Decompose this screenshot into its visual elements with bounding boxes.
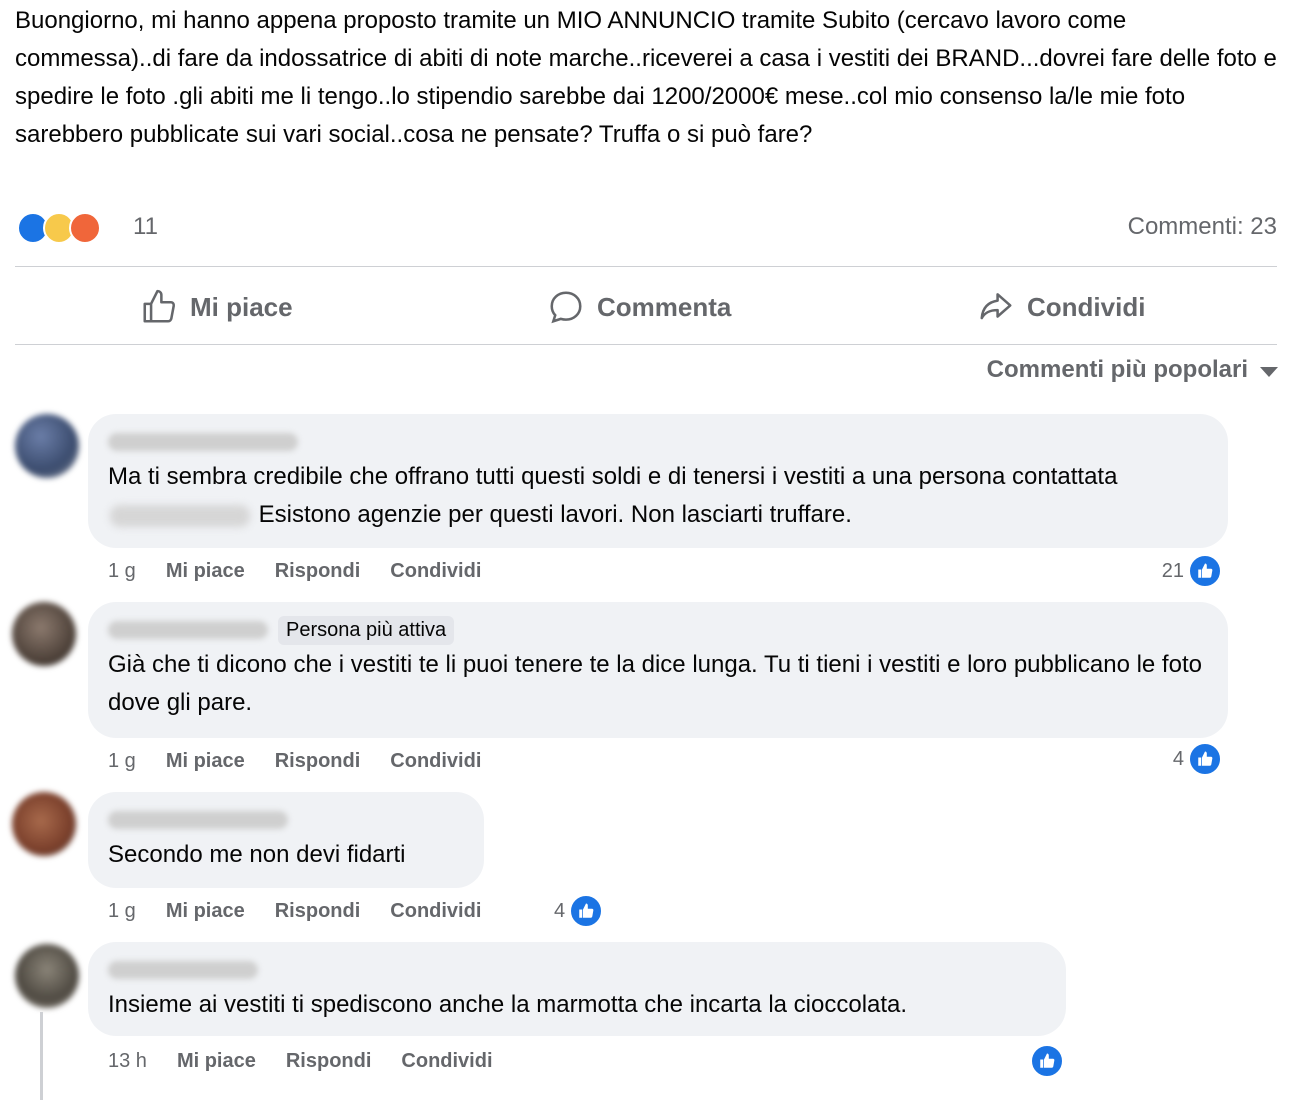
- comment-author[interactable]: [108, 428, 1208, 456]
- author-name-redacted: [108, 961, 258, 979]
- sort-label: Commenti più popolari: [986, 356, 1248, 383]
- comment-like-link[interactable]: Mi piace: [177, 1050, 256, 1073]
- like-icon: [1188, 554, 1222, 588]
- comment-time[interactable]: 1 g: [108, 750, 136, 773]
- post-text: Buongiorno, mi hanno appena proposto tra…: [15, 7, 1277, 148]
- comment-bubble: Ma ti sembra credibile che offrano tutti…: [88, 414, 1228, 548]
- reply-thread-line: [40, 1012, 43, 1100]
- comment-text: Ma ti sembra credibile che offrano tutti…: [108, 463, 1118, 528]
- comment-bubble: Insieme ai vestiti ti spediscono anche l…: [88, 942, 1066, 1036]
- comment-reply-link[interactable]: Rispondi: [275, 750, 361, 773]
- comment-bubble: Secondo me non devi fidarti: [88, 792, 484, 888]
- like-button-label: Mi piace: [190, 291, 293, 322]
- comments-count[interactable]: Commenti: 23: [1128, 213, 1277, 241]
- reaction-count[interactable]: 11: [133, 213, 158, 241]
- comment-like-link[interactable]: Mi piace: [166, 900, 245, 923]
- share-icon: [980, 293, 1012, 320]
- divider: [15, 266, 1277, 267]
- share-button-label: Condividi: [1027, 291, 1146, 322]
- comment-reply-link[interactable]: Rispondi: [275, 900, 361, 923]
- avatar[interactable]: [12, 602, 76, 666]
- comment-button[interactable]: Commenta: [547, 270, 731, 344]
- comment-share-link[interactable]: Condividi: [390, 900, 481, 923]
- angry-icon: [69, 212, 101, 244]
- comment-text: Già che ti dicono che i vestiti te li pu…: [108, 651, 1202, 716]
- comment-like-count: 21: [1161, 559, 1184, 582]
- comment-meta: 1 g Mi piace Rispondi Condividi: [108, 900, 481, 923]
- comment-time[interactable]: 13 h: [108, 1050, 147, 1073]
- avatar[interactable]: [12, 792, 76, 856]
- author-name-redacted: [108, 433, 298, 451]
- comment-likes[interactable]: 4: [554, 894, 604, 928]
- mention-redacted[interactable]: [110, 504, 250, 527]
- comment-likes[interactable]: 21: [1162, 554, 1222, 588]
- reactions-summary: 11 Commenti: 23: [15, 210, 1277, 246]
- caret-down-icon: [1260, 367, 1278, 377]
- top-fan-badge: Persona più attiva: [278, 615, 455, 645]
- comment-meta: 13 h Mi piace Rispondi Condividi: [108, 1050, 493, 1073]
- divider: [15, 344, 1277, 345]
- post-actions: Mi piace Commenta Condividi: [15, 270, 1277, 344]
- comment-icon: [550, 291, 582, 324]
- comment-share-link[interactable]: Condividi: [390, 560, 481, 583]
- share-button[interactable]: Condividi: [977, 270, 1145, 344]
- author-name-redacted: [108, 811, 288, 829]
- comment-share-link[interactable]: Condividi: [401, 1050, 492, 1073]
- comment-time[interactable]: 1 g: [108, 900, 136, 923]
- comment-sort-dropdown[interactable]: Commenti più popolari: [987, 356, 1278, 384]
- comment-author[interactable]: [108, 956, 1046, 984]
- author-name-redacted: [108, 621, 268, 639]
- comment-author[interactable]: Persona più attiva: [108, 615, 1208, 645]
- avatar[interactable]: [15, 414, 79, 478]
- comment-share-link[interactable]: Condividi: [390, 750, 481, 773]
- comment-text: Secondo me non devi fidarti: [108, 841, 406, 868]
- comment-like-count: 4: [1172, 747, 1184, 770]
- comment-reply-link[interactable]: Rispondi: [286, 1050, 372, 1073]
- comment-meta: 1 g Mi piace Rispondi Condividi: [108, 560, 481, 583]
- comment-time[interactable]: 1 g: [108, 560, 136, 583]
- comment-likes[interactable]: [1026, 1044, 1064, 1078]
- comment-likes[interactable]: 4: [1173, 742, 1222, 776]
- comment-meta: 1 g Mi piace Rispondi Condividi: [108, 750, 481, 773]
- like-button[interactable]: Mi piace: [140, 270, 293, 344]
- comment-like-link[interactable]: Mi piace: [166, 560, 245, 583]
- reaction-icons[interactable]: [17, 212, 127, 244]
- like-icon: [1030, 1044, 1064, 1078]
- comment-reply-link[interactable]: Rispondi: [275, 560, 361, 583]
- like-icon: [569, 894, 604, 928]
- comment-like-count: 4: [554, 899, 566, 922]
- avatar[interactable]: [15, 944, 79, 1008]
- comment-text: Insieme ai vestiti ti spediscono anche l…: [108, 991, 908, 1018]
- like-icon: [1188, 742, 1222, 776]
- comment-author[interactable]: [108, 806, 464, 834]
- comment-button-label: Commenta: [597, 291, 732, 322]
- comment-bubble: Persona più attiva Già che ti dicono che…: [88, 602, 1228, 738]
- thumbs-up-icon: [143, 289, 176, 323]
- comment-like-link[interactable]: Mi piace: [166, 750, 245, 773]
